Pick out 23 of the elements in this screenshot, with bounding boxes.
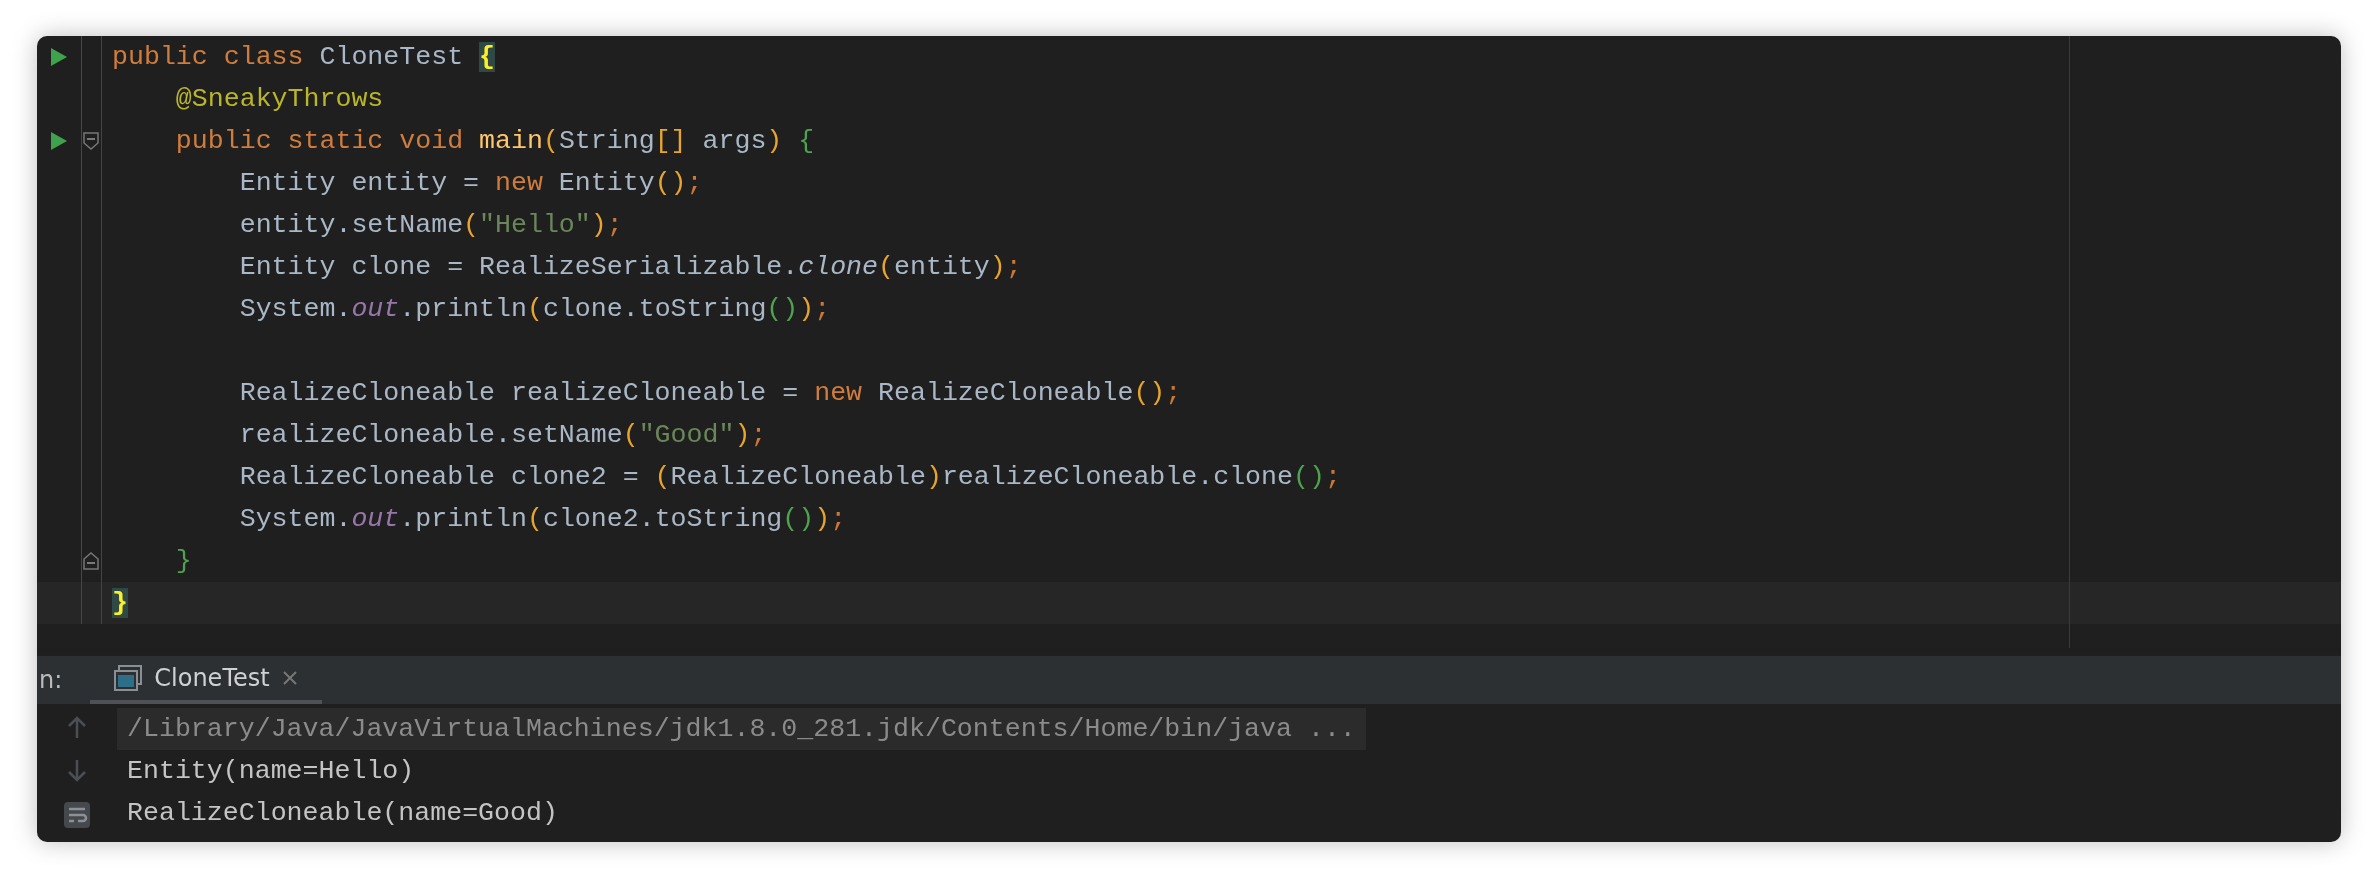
code-line: @SneakyThrows [174,84,384,114]
code-line: } [174,546,192,576]
code-line: RealizeCloneable realizeCloneable = new RealizeCloneable(); [238,378,1182,408]
panel-label: n: [38,665,63,696]
fold-icon[interactable] [83,552,99,570]
code-line: System.out.println(clone2.toString()); [238,504,847,534]
output-line: RealizeCloneable(name=Good) [126,797,559,830]
close-icon[interactable] [281,670,298,686]
code-line: public class CloneTest { [112,42,496,72]
code-line: Entity clone = RealizeSerializable.clone(entity); [238,252,1022,282]
code-line: Entity entity = new Entity(); [238,168,703,198]
code-line: entity.setName("Hello"); [238,210,623,240]
code-line: realizeCloneable.setName("Good"); [238,420,767,450]
fold-icon[interactable] [83,132,99,150]
output-line: Entity(name=Hello) [126,755,416,788]
code-line: RealizeCloneable clone2 = (RealizeCloneable)realizeCloneable.clone(); [238,462,1341,492]
code-line: public static void main(String[] args) { [174,126,815,156]
run-icon[interactable] [50,131,68,151]
console-icon [114,665,143,691]
run-icon[interactable] [50,47,68,67]
run-tab[interactable]: CloneTest [90,656,322,704]
code-line: System.out.println(clone.toString()); [238,294,831,324]
soft-wrap-icon[interactable] [64,802,90,828]
